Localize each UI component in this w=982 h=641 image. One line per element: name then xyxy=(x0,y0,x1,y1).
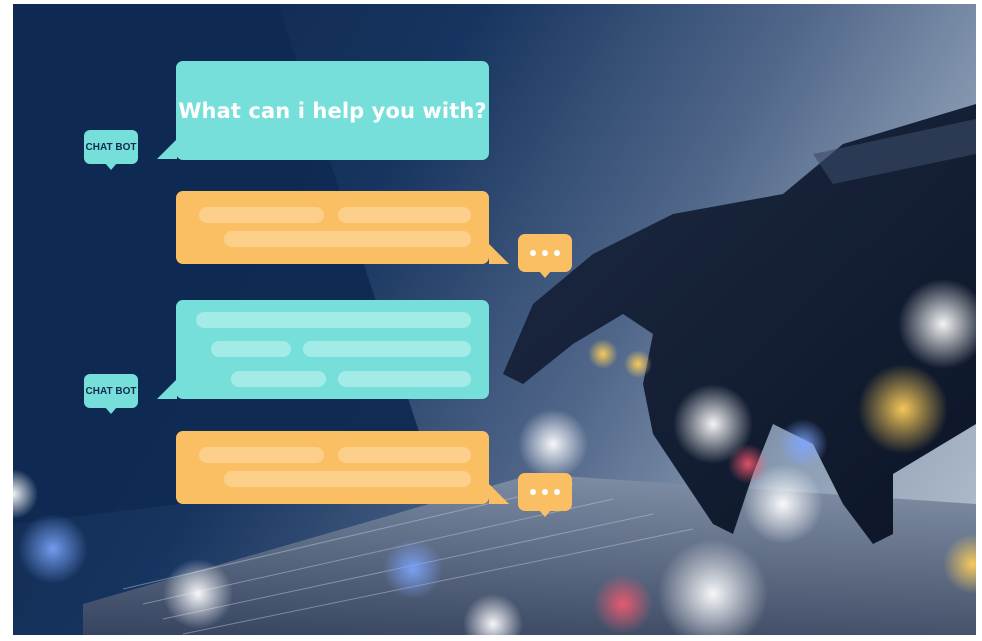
user-message-bubble xyxy=(176,431,489,504)
question-text: What can i help you with? xyxy=(178,98,487,123)
text-placeholder-line xyxy=(338,447,471,463)
bubble-tail xyxy=(489,484,509,504)
typing-dot xyxy=(554,489,560,495)
typing-dot xyxy=(542,250,548,256)
text-placeholder-line xyxy=(199,447,324,463)
bot-question-bubble: What can i help you with? xyxy=(176,61,489,160)
text-placeholder-line xyxy=(211,341,291,357)
text-placeholder-line xyxy=(231,371,326,387)
background-photo xyxy=(13,4,976,635)
user-message-bubble xyxy=(176,191,489,264)
text-placeholder-line xyxy=(338,371,471,387)
text-placeholder-line xyxy=(224,471,471,487)
text-placeholder-line xyxy=(303,341,471,357)
typing-indicator-icon xyxy=(518,473,572,517)
bot-message-bubble xyxy=(176,300,489,399)
text-placeholder-line xyxy=(338,207,471,223)
bubble-tail xyxy=(489,244,509,264)
chat-bot-badge: CHAT BOT xyxy=(84,374,138,414)
chatbot-illustration: What can i help you with? CHAT BOT CHAT … xyxy=(13,4,976,635)
typing-dot xyxy=(530,489,536,495)
chat-bot-badge: CHAT BOT xyxy=(84,130,138,170)
text-placeholder-line xyxy=(224,231,471,247)
typing-dot xyxy=(530,250,536,256)
bubble-tail xyxy=(157,379,177,399)
typing-indicator-icon xyxy=(518,234,572,278)
text-placeholder-line xyxy=(199,207,324,223)
text-placeholder-line xyxy=(196,312,471,328)
typing-dot xyxy=(542,489,548,495)
typing-dot xyxy=(554,250,560,256)
bubble-tail xyxy=(157,139,177,159)
